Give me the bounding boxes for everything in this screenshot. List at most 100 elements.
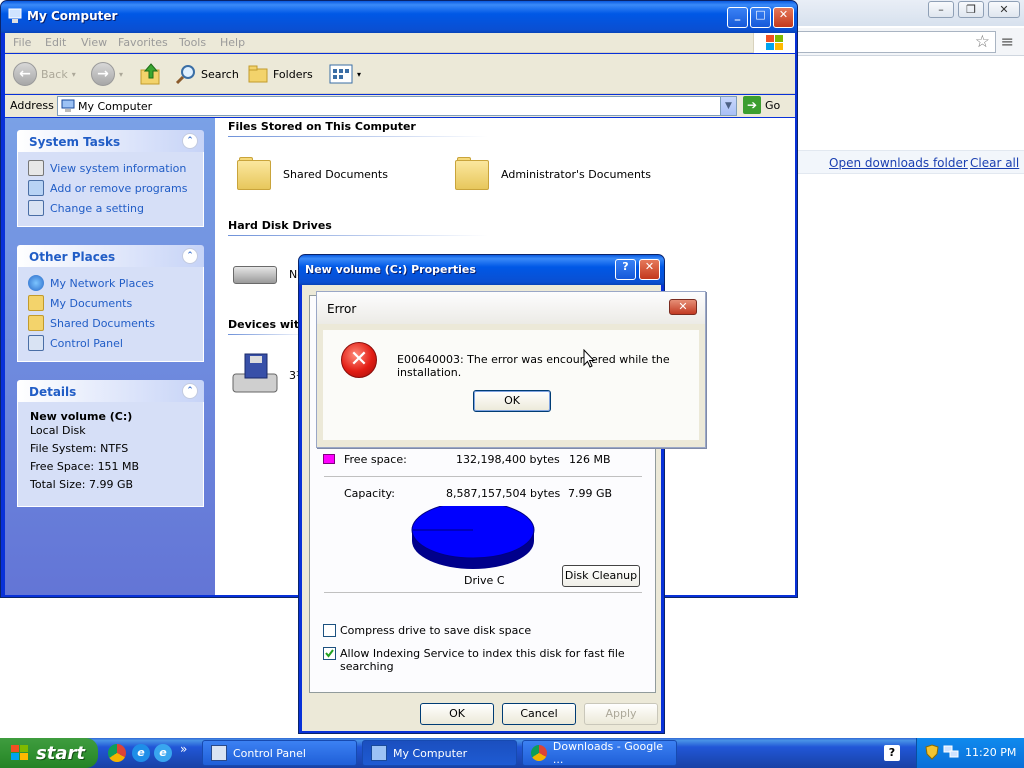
standard-toolbar: ← Back ▾ → ▾ Search Folders ▾ <box>5 54 795 94</box>
search-button[interactable]: Search <box>175 62 239 86</box>
collapse-chevron-icon[interactable]: ⌃ <box>182 383 198 399</box>
details-header[interactable]: Details ⌃ <box>17 380 204 402</box>
my-computer-small-icon <box>61 99 75 112</box>
error-icon: ✕ <box>341 342 377 378</box>
menu-favorites[interactable]: Favorites <box>118 36 168 49</box>
forward-button[interactable]: → ▾ <box>91 62 123 86</box>
properties-close-button[interactable]: ✕ <box>639 259 660 280</box>
back-dropdown-icon[interactable]: ▾ <box>72 70 76 79</box>
free-space-label: Free space: <box>344 453 407 466</box>
place-my-documents[interactable]: My Documents <box>28 293 193 313</box>
address-dropdown-icon[interactable]: ▼ <box>720 97 736 115</box>
menu-tools[interactable]: Tools <box>179 36 206 49</box>
quicklaunch-overflow-icon[interactable]: » <box>180 742 187 756</box>
chrome-minimize-button[interactable]: – <box>928 1 954 18</box>
views-dropdown-icon: ▾ <box>357 69 362 79</box>
capacity-label: Capacity: <box>344 487 395 500</box>
checkmark-icon <box>325 649 334 658</box>
security-shield-icon[interactable] <box>925 744 939 760</box>
menu-view[interactable]: View <box>81 36 107 49</box>
other-places-header[interactable]: Other Places ⌃ <box>17 245 204 267</box>
menu-edit[interactable]: Edit <box>45 36 66 49</box>
system-tasks-header[interactable]: System Tasks ⌃ <box>17 130 204 152</box>
close-button[interactable]: ✕ <box>773 7 794 28</box>
divider <box>324 592 642 593</box>
compress-checkbox[interactable] <box>323 624 336 637</box>
shared-documents-folder[interactable]: Shared Documents <box>235 156 388 192</box>
network-globe-icon <box>28 275 44 291</box>
error-titlebar[interactable]: Error ✕ <box>317 292 705 324</box>
chrome-quicklaunch-icon[interactable] <box>108 744 126 762</box>
folders-button[interactable]: Folders <box>247 62 313 86</box>
address-input[interactable]: My Computer ▼ <box>57 96 737 116</box>
help-button[interactable]: ? <box>615 259 636 280</box>
clear-all-link[interactable]: Clear all <box>970 156 1019 170</box>
hard-drive-icon <box>231 258 279 290</box>
task-pane: System Tasks ⌃ View system information A… <box>5 118 215 595</box>
task-change-setting[interactable]: Change a setting <box>28 198 193 218</box>
system-info-icon <box>28 160 44 176</box>
bookmark-star-icon[interactable]: ☆ <box>975 32 990 52</box>
internet-explorer-icon[interactable]: e <box>132 744 150 762</box>
minimize-button[interactable]: _ <box>727 7 748 28</box>
details-name: New volume (C:) <box>30 410 133 423</box>
apply-button[interactable]: Apply <box>584 703 658 725</box>
start-button[interactable]: start <box>0 738 98 768</box>
place-my-network-places[interactable]: My Network Places <box>28 273 193 293</box>
properties-titlebar[interactable]: New volume (C:) Properties ? ✕ <box>299 255 664 285</box>
collapse-chevron-icon[interactable]: ⌃ <box>182 133 198 149</box>
cancel-button[interactable]: Cancel <box>502 703 576 725</box>
task-add-remove-programs[interactable]: Add or remove programs <box>28 178 193 198</box>
error-ok-button[interactable]: OK <box>473 390 551 412</box>
explorer-titlebar[interactable]: My Computer _ □ ✕ <box>1 1 797 33</box>
task-label: Change a setting <box>50 201 144 215</box>
search-label: Search <box>201 67 239 81</box>
disk-cleanup-button[interactable]: Disk Cleanup <box>562 565 640 587</box>
system-tasks-title: System Tasks <box>29 135 121 149</box>
system-tray: 11:20 PM <box>916 738 1024 768</box>
go-button[interactable]: ➔ Go <box>743 96 780 114</box>
go-arrow-icon: ➔ <box>743 96 761 114</box>
wrench-menu-icon[interactable]: ≡ <box>1001 32 1014 51</box>
administrators-documents-folder[interactable]: Administrator's Documents <box>453 156 651 192</box>
network-icon[interactable] <box>943 745 959 759</box>
internet-explorer-icon[interactable]: e <box>154 744 172 762</box>
floppy-drive[interactable]: 3½ <box>231 352 307 398</box>
start-label: start <box>36 742 85 764</box>
error-dialog: Error ✕ ✕ E00640003: The error was encou… <box>316 291 706 448</box>
menu-bar: File Edit View Favorites Tools Help <box>5 33 795 53</box>
views-button[interactable]: ▾ <box>329 62 361 86</box>
back-arrow-icon: ← <box>13 62 37 86</box>
forward-dropdown-icon[interactable]: ▾ <box>119 70 123 79</box>
taskbar-my-computer[interactable]: My Computer <box>362 740 517 766</box>
menu-help[interactable]: Help <box>220 36 245 49</box>
details-type: Local Disk <box>30 424 86 437</box>
indexing-checkbox[interactable] <box>323 647 336 660</box>
details-filesystem: File System: NTFS <box>30 442 129 455</box>
error-close-button[interactable]: ✕ <box>669 299 697 315</box>
explorer-title: My Computer <box>27 9 118 23</box>
ok-button[interactable]: OK <box>420 703 494 725</box>
back-button[interactable]: ← Back ▾ <box>13 62 76 86</box>
taskbar-control-panel[interactable]: Control Panel <box>202 740 357 766</box>
chrome-omnibox[interactable] <box>796 31 996 53</box>
downloads-bar: Open downloads folder Clear all <box>796 150 1024 174</box>
task-view-system-info[interactable]: View system information <box>28 158 193 178</box>
place-shared-documents[interactable]: Shared Documents <box>28 313 193 333</box>
up-folder-button[interactable] <box>139 62 163 86</box>
maximize-button[interactable]: □ <box>750 7 771 28</box>
task-label: My Computer <box>393 746 468 760</box>
menu-file[interactable]: File <box>13 36 31 49</box>
shared-folder-icon <box>28 315 44 331</box>
up-folder-icon <box>140 63 160 85</box>
place-control-panel[interactable]: Control Panel <box>28 333 193 353</box>
details-free-space: Free Space: 151 MB <box>30 460 140 473</box>
chrome-close-button[interactable]: ✕ <box>988 1 1020 18</box>
help-icon[interactable]: ? <box>884 745 900 761</box>
system-tasks-panel: System Tasks ⌃ View system information A… <box>17 130 204 227</box>
taskbar-chrome-downloads[interactable]: Downloads - Google ... <box>522 740 677 766</box>
chrome-toolbar: ☆ ≡ <box>796 28 1024 56</box>
collapse-chevron-icon[interactable]: ⌃ <box>182 248 198 264</box>
open-downloads-folder-link[interactable]: Open downloads folder <box>829 156 968 170</box>
chrome-restore-button[interactable]: ❐ <box>958 1 984 18</box>
